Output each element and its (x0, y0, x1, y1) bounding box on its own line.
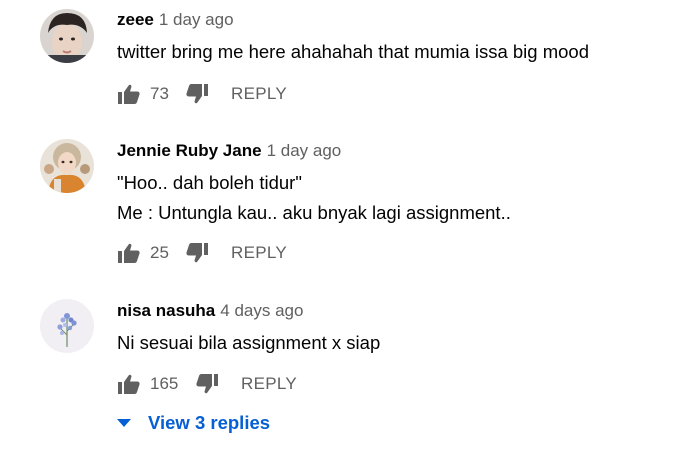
thumbs-down-icon (196, 374, 218, 394)
dislike-button[interactable] (185, 82, 209, 106)
comment-header: nisa nasuha 4 days ago (117, 300, 303, 322)
comment-text: Ni sesuai bila assignment x siap (117, 328, 380, 358)
comment-timestamp[interactable]: 4 days ago (220, 301, 303, 320)
thumbs-up-icon (118, 84, 140, 104)
comment-actions: 165 REPLY (117, 372, 297, 396)
comment-text: "Hoo.. dah boleh tidur" Me : Untungla ka… (117, 168, 511, 228)
comment-line: twitter bring me here ahahahah that mumi… (117, 41, 590, 62)
comment-header: Jennie Ruby Jane 1 day ago (117, 140, 341, 162)
comment-line: "Hoo.. dah boleh tidur" (117, 172, 302, 193)
reply-button[interactable]: REPLY (231, 243, 287, 263)
reply-button[interactable]: REPLY (231, 84, 287, 104)
comment-item: Jennie Ruby Jane 1 day ago "Hoo.. dah bol… (0, 120, 700, 280)
caret-down-icon (117, 419, 131, 427)
comment-actions: 73 REPLY (117, 82, 287, 106)
comment-actions: 25 REPLY (117, 241, 287, 265)
view-replies-button[interactable]: View 3 replies (117, 410, 270, 436)
comment-header: zeee 1 day ago (117, 9, 234, 31)
avatar[interactable] (40, 9, 94, 63)
avatar[interactable] (40, 139, 94, 193)
comment-author[interactable]: zeee (117, 10, 154, 29)
like-count: 25 (150, 243, 169, 262)
comment-timestamp[interactable]: 1 day ago (267, 141, 342, 160)
like-count: 165 (150, 374, 179, 393)
avatar[interactable] (40, 299, 94, 353)
like-button[interactable] (117, 82, 141, 106)
thumbs-down-icon (186, 243, 208, 263)
comment-line: Me : Untungla kau.. aku bnyak lagi assig… (117, 202, 511, 223)
like-button[interactable] (117, 241, 141, 265)
comment-author[interactable]: Jennie Ruby Jane (117, 141, 262, 160)
comment-timestamp[interactable]: 1 day ago (159, 10, 234, 29)
thumbs-up-icon (118, 374, 140, 394)
comment-line: Ni sesuai bila assignment x siap (117, 332, 381, 353)
reply-button[interactable]: REPLY (241, 374, 297, 394)
dislike-button[interactable] (195, 372, 219, 396)
dislike-button[interactable] (185, 241, 209, 265)
comment-item: zeee 1 day ago twitter bring me here ahah… (0, 0, 700, 120)
like-button[interactable] (117, 372, 141, 396)
comment-text: twitter bring me here ahahahah that mumi… (117, 37, 589, 67)
view-replies-label: View 3 replies (148, 412, 271, 433)
thumbs-up-icon (118, 243, 140, 263)
like-count: 73 (150, 84, 169, 103)
thumbs-down-icon (186, 84, 208, 104)
comment-item: nisa nasuha 4 days ago Ni sesuai bila ass… (0, 280, 700, 450)
comment-author[interactable]: nisa nasuha (117, 301, 215, 320)
